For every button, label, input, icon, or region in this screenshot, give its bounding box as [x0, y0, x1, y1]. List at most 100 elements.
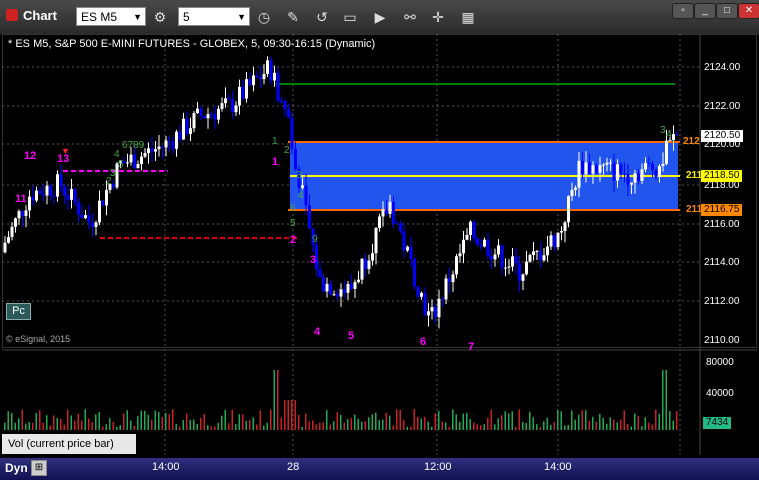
- price-bar: [266, 60, 269, 75]
- price-bar: [304, 185, 308, 206]
- price-bar: [598, 165, 602, 173]
- volume-bar: [161, 417, 163, 430]
- range-high-short-tag: 212: [683, 136, 700, 147]
- price-bar: [395, 223, 399, 225]
- volume-bar: [84, 409, 86, 430]
- volume-bar: [637, 415, 639, 430]
- volume-bar: [494, 424, 496, 430]
- volume-bar: [277, 370, 279, 430]
- price-bar: [448, 278, 451, 283]
- count-label: 3: [110, 168, 116, 179]
- volume-bar: [224, 409, 226, 430]
- volume-bar: [259, 410, 261, 430]
- price-bar: [437, 298, 441, 318]
- volume-bar: [396, 409, 398, 430]
- price-bar: [399, 223, 402, 232]
- price-bar: [290, 117, 294, 149]
- price-bar: [168, 140, 171, 142]
- price-tick: 2112.00: [704, 296, 740, 307]
- volume-bar: [662, 370, 664, 430]
- price-bar: [80, 214, 84, 219]
- price-bar: [451, 274, 455, 283]
- volume-tick: 80000: [706, 357, 734, 368]
- volume-bar: [315, 424, 317, 430]
- price-bar: [248, 79, 252, 86]
- volume-bar: [74, 420, 76, 430]
- volume-bar: [123, 413, 125, 430]
- volume-bar: [179, 426, 181, 430]
- price-bar: [420, 293, 423, 297]
- volume-bar: [361, 421, 363, 430]
- price-bar: [77, 202, 80, 215]
- dynamic-mode-label[interactable]: Dyn: [5, 461, 28, 475]
- price-bar: [595, 165, 598, 173]
- volume-bar: [214, 426, 216, 430]
- price-bar: [518, 263, 521, 281]
- volume-bar: [560, 411, 562, 430]
- zoom-icon[interactable]: ⊞: [31, 460, 47, 476]
- price-bar: [157, 146, 161, 150]
- price-bar: [577, 160, 581, 188]
- time-tick: 14:00: [152, 461, 180, 473]
- price-bar: [143, 153, 147, 157]
- volume-bar: [21, 409, 23, 430]
- volume-bar: [210, 426, 212, 430]
- price-bar: [434, 307, 437, 318]
- volume-bar: [252, 417, 254, 430]
- price-bar: [178, 131, 182, 140]
- volume-bar: [228, 423, 230, 430]
- price-bar: [59, 174, 63, 187]
- price-bar: [94, 222, 98, 227]
- volume-bar: [473, 422, 475, 430]
- price-bar: [322, 277, 325, 292]
- price-bar: [378, 216, 381, 228]
- volume-bar: [553, 422, 555, 430]
- price-chart[interactable]: [0, 0, 759, 480]
- price-bar: [654, 169, 658, 177]
- price-bar: [528, 254, 532, 262]
- volume-study-label[interactable]: Vol (current price bar): [2, 434, 136, 454]
- price-bar: [164, 140, 168, 148]
- volume-bar: [522, 421, 524, 430]
- volume-bar: [669, 411, 671, 430]
- volume-bar: [452, 409, 454, 430]
- volume-bar: [354, 414, 356, 430]
- volume-bar: [126, 410, 128, 430]
- price-bar: [52, 195, 56, 197]
- price-bar: [360, 258, 364, 280]
- volume-bar: [634, 413, 636, 430]
- price-bar: [346, 284, 350, 293]
- price-bar: [371, 253, 374, 261]
- volume-bar: [641, 426, 643, 430]
- price-bar: [199, 108, 203, 116]
- volume-bar: [158, 412, 160, 430]
- price-bar: [430, 307, 434, 312]
- count-label: 9: [312, 234, 318, 245]
- volume-bar: [616, 422, 618, 430]
- volume-bar: [137, 416, 139, 430]
- pc-button[interactable]: Pc: [6, 303, 31, 320]
- volume-bar: [567, 424, 569, 430]
- price-bar: [192, 113, 196, 129]
- price-bar: [66, 195, 70, 200]
- volume-bar: [427, 421, 429, 430]
- volume-bar: [340, 414, 342, 430]
- price-bar: [644, 162, 647, 170]
- price-bar: [640, 169, 644, 181]
- volume-bar: [105, 424, 107, 430]
- price-bar: [490, 256, 493, 260]
- price-bar: [154, 149, 157, 152]
- volume-bar: [620, 419, 622, 430]
- volume-bar: [504, 411, 506, 430]
- volume-bar: [375, 412, 377, 430]
- price-bar: [269, 60, 273, 81]
- price-bar: [602, 164, 605, 166]
- volume-bar: [70, 415, 72, 430]
- price-bar: [570, 189, 574, 197]
- volume-bar: [445, 422, 447, 430]
- volume-bar: [532, 417, 534, 430]
- price-bar: [637, 173, 640, 181]
- volume-bar: [378, 420, 380, 430]
- volume-bar: [571, 410, 573, 430]
- count-label: 4: [298, 190, 304, 201]
